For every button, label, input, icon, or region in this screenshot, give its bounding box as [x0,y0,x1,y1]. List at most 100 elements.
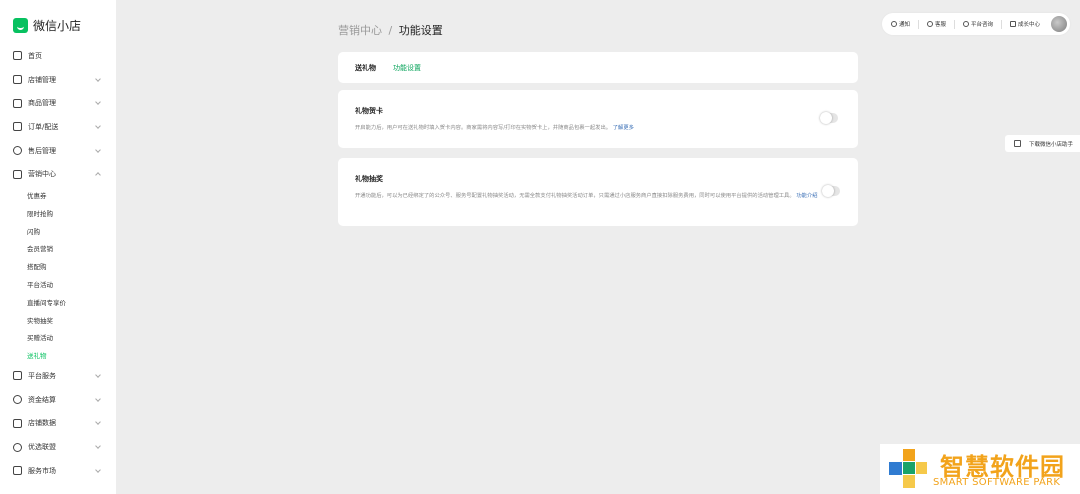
sidebar-item-label: 订单/配送 [28,122,59,131]
headset-icon [927,21,934,27]
watermark: 智慧软件园 SMART SOFTWARE PARK [880,444,1080,494]
marketing-icon [13,169,22,179]
bell-icon [891,21,897,27]
top-toolbar: 通知 客服 平台咨询 成长中心 [882,13,1070,35]
app-title: 微信小店 [33,19,82,33]
chevron-down-icon [95,146,101,153]
chevron-down-icon [95,419,101,426]
service-button[interactable]: 客服 [927,20,946,28]
sidebar-item-label: 售后管理 [28,146,56,155]
notify-button[interactable]: 通知 [891,20,910,28]
sidebar-item-settlement[interactable]: 资金结算 [0,388,116,412]
submenu-item-buy-gift[interactable]: 买赠活动 [0,329,116,347]
sidebar-item-label: 优选联盟 [28,443,56,451]
feature-title: 礼物抽奖 [355,175,383,183]
feature-description-text: 开通功能后，可以为已经绑定了的公众号、服务号配置礼物抽奖活动，无需全款支付礼物抽… [355,193,795,199]
consult-button[interactable]: 平台咨询 [963,20,993,28]
shop-logo-icon [13,18,28,33]
sidebar-item-label: 服务市场 [28,466,56,475]
chat-icon [963,21,970,27]
chevron-down-icon [95,372,101,378]
tabs-card: 送礼物 功能设置 [338,52,858,83]
breadcrumb-separator: / [388,24,393,37]
submenu-item-quick-buy[interactable]: 闪购 [0,222,116,240]
growth-label: 成长中心 [1018,22,1041,28]
sidebar: 微信小店 首页 店铺管理 商品管理 订单/配送 售后管理 营销中心 优惠券 限时… [0,0,116,494]
grid-icon [13,466,22,476]
sidebar-item-market[interactable]: 服务市场 [0,459,116,483]
headset-icon [13,146,22,156]
chevron-down-icon [95,443,101,449]
download-helper-button[interactable]: 下载微信小店助手 [1005,135,1080,152]
sidebar-item-label: 商品管理 [28,99,56,108]
order-icon [13,122,22,132]
sidebar-item-label: 店铺管理 [28,75,56,84]
app-logo[interactable]: 微信小店 [13,17,81,34]
tab-send-gift[interactable]: 送礼物 [355,63,376,73]
bag-icon [13,98,22,108]
gift-lottery-toggle[interactable] [822,185,840,197]
consult-label: 平台咨询 [971,22,994,28]
submenu-item-platform-activity[interactable]: 平台活动 [0,275,116,293]
watermark-subtitle: SMART SOFTWARE PARK [933,477,1061,488]
submenu-item-coupon[interactable]: 优惠券 [0,186,116,204]
learn-more-link[interactable]: 了解更多 [613,125,634,131]
book-icon [1010,21,1017,27]
chevron-down-icon [95,395,101,402]
sidebar-item-products[interactable]: 商品管理 [0,91,116,115]
sidebar-menu: 首页 店铺管理 商品管理 订单/配送 售后管理 营销中心 优惠券 限时抢购 闪购… [0,44,116,483]
money-icon [13,395,22,405]
home-icon [13,51,22,61]
avatar[interactable] [1051,16,1067,32]
download-icon [1014,140,1021,147]
breadcrumb: 营销中心 / 功能设置 [338,22,443,38]
sidebar-item-label: 店铺数据 [28,419,56,428]
sidebar-item-orders[interactable]: 订单/配送 [0,115,116,139]
sidebar-item-store[interactable]: 店铺管理 [0,68,116,92]
chart-icon [13,418,22,428]
submenu-item-send-gift[interactable]: 送礼物 [0,346,116,364]
submenu-item-flash-sale[interactable]: 限时抢购 [0,204,116,222]
gift-card-toggle[interactable] [820,112,838,124]
growth-button[interactable]: 成长中心 [1010,20,1040,28]
store-icon [13,75,22,85]
notify-label: 通知 [899,22,911,28]
helper-label: 下载微信小店助手 [1029,141,1074,148]
sidebar-item-alliance[interactable]: 优选联盟 [0,435,116,459]
sidebar-item-label: 平台服务 [28,371,56,380]
submenu-item-live-price[interactable]: 直播间专享价 [0,293,116,311]
feature-intro-link[interactable]: 功能介绍 [796,193,817,199]
divider [954,19,956,29]
submenu-item-member-marketing[interactable]: 会员营销 [0,240,116,258]
page-title: 功能设置 [398,24,443,37]
chevron-up-icon [95,172,101,179]
feature-description-text: 开启能力后，用户可在送礼物时填入贺卡内容。商家需将内容写/打印在实物贺卡上，并随… [355,125,612,131]
divider [1001,19,1003,29]
feature-title: 礼物贺卡 [355,107,383,115]
network-icon [13,442,22,452]
sidebar-item-aftersale[interactable]: 售后管理 [0,139,116,163]
divider [918,19,920,29]
sidebar-item-marketing[interactable]: 营销中心 [0,162,116,186]
chevron-down-icon [95,123,101,129]
service-label: 客服 [935,22,947,28]
chevron-down-icon [95,75,101,82]
submenu-item-bundle[interactable]: 搭配购 [0,257,116,275]
tab-feature-settings[interactable]: 功能设置 [393,63,421,73]
sidebar-item-platform-service[interactable]: 平台服务 [0,364,116,388]
feature-description: 开启能力后，用户可在送礼物时填入贺卡内容。商家需将内容写/打印在实物贺卡上，并随… [355,123,825,133]
sidebar-item-label: 营销中心 [28,170,56,179]
service-icon [13,371,22,381]
sidebar-item-store-data[interactable]: 店铺数据 [0,411,116,435]
submenu-item-lottery[interactable]: 实物抽奖 [0,311,116,329]
sidebar-item-label: 首页 [28,51,42,60]
sidebar-item-home[interactable]: 首页 [0,44,116,68]
feature-card-gift-lottery: 礼物抽奖 开通功能后，可以为已经绑定了的公众号、服务号配置礼物抽奖活动，无需全款… [338,158,858,226]
chevron-down-icon [95,99,101,106]
smart-software-park-logo [889,449,927,488]
feature-description: 开通功能后，可以为已经绑定了的公众号、服务号配置礼物抽奖活动，无需全款支付礼物抽… [355,191,825,201]
chevron-down-icon [95,467,101,473]
breadcrumb-parent[interactable]: 营销中心 [338,24,382,37]
feature-card-gift-card: 礼物贺卡 开启能力后，用户可在送礼物时填入贺卡内容。商家需将内容写/打印在实物贺… [338,90,858,148]
sidebar-item-label: 资金结算 [28,395,56,404]
